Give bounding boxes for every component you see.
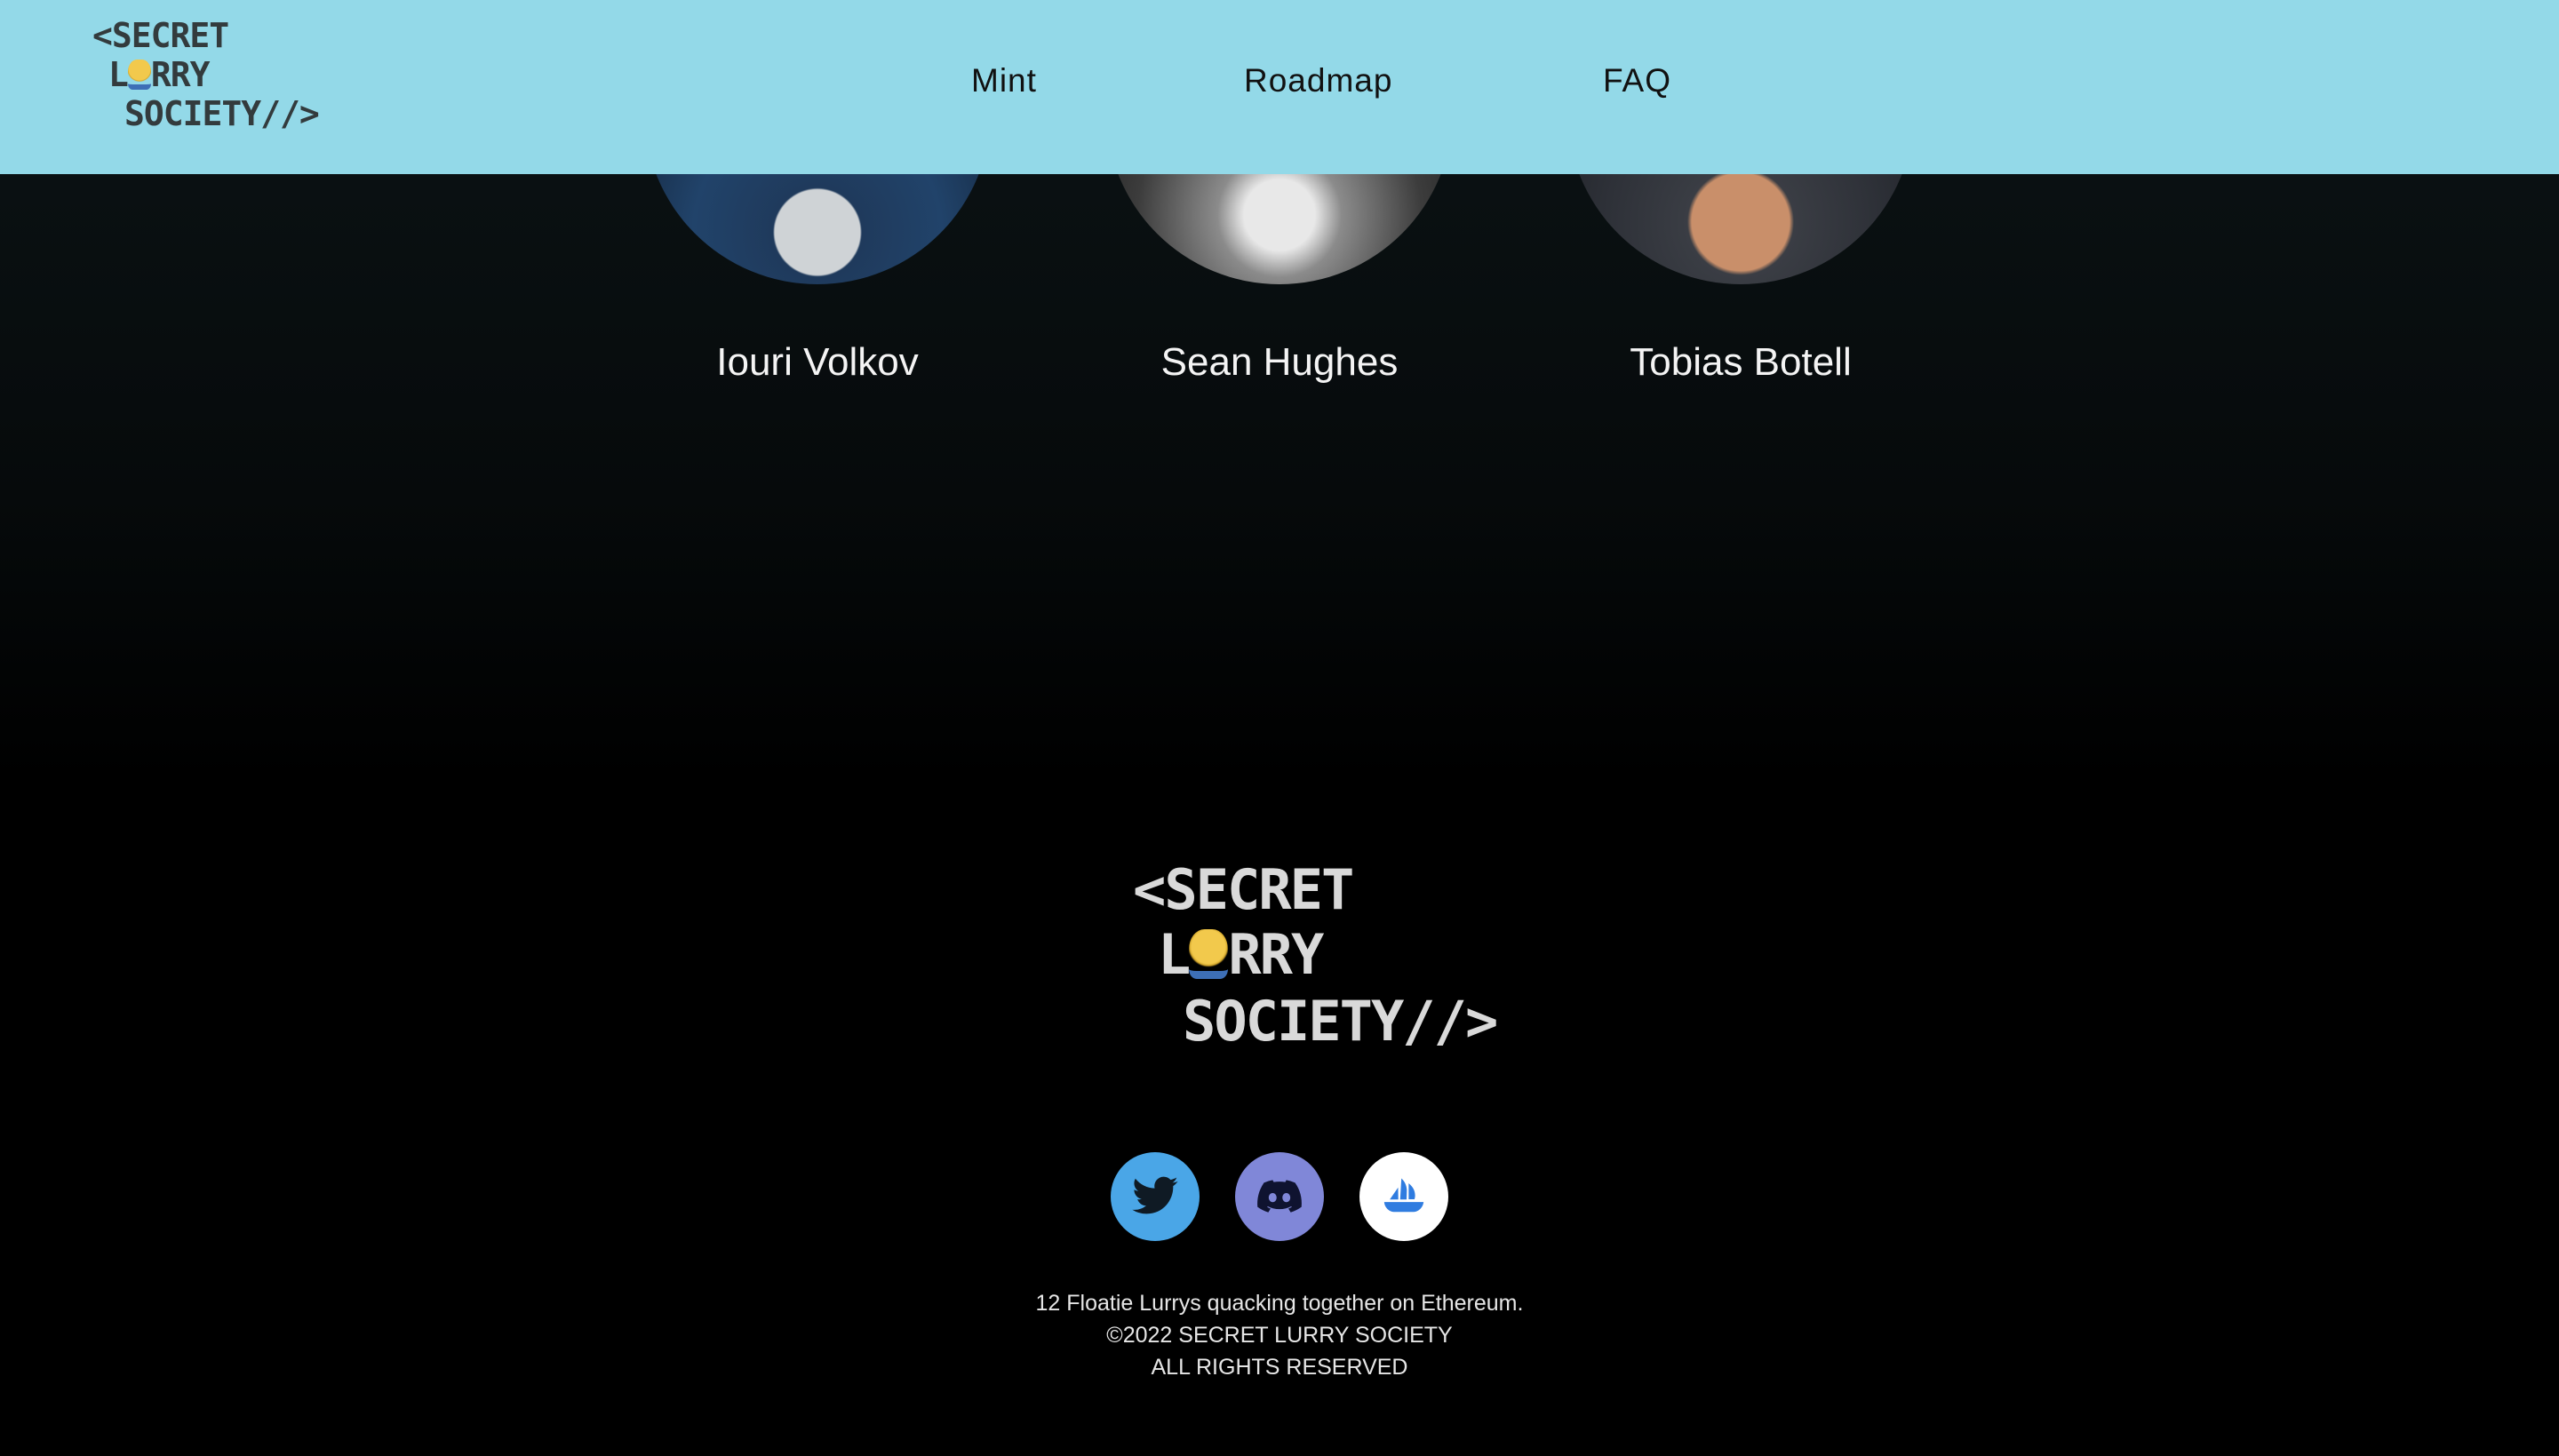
page: Iouri Volkov Sean Hughes Tobias Botell <…	[0, 0, 2559, 1456]
logo-text-line1: <SECRET	[1133, 857, 1354, 922]
team-member-name: Tobias Botell	[1630, 340, 1852, 384]
logo-text-line2: L RRY	[108, 55, 211, 94]
opensea-link[interactable]	[1359, 1152, 1448, 1241]
logo-text-line3: SOCIETY//>	[1183, 989, 1498, 1054]
nav-link-roadmap[interactable]: Roadmap	[1244, 62, 1392, 99]
twitter-icon	[1132, 1176, 1178, 1214]
header-logo[interactable]: <SECRET L RRY SOCIETY//>	[92, 16, 320, 133]
discord-link[interactable]	[1235, 1152, 1324, 1241]
team-member-name: Sean Hughes	[1160, 340, 1399, 384]
nav-link-mint[interactable]: Mint	[971, 62, 1037, 99]
logo-text-line3: SOCIETY//>	[124, 94, 320, 133]
opensea-icon	[1383, 1178, 1424, 1213]
duck-icon	[1189, 929, 1229, 979]
footer-tagline: 12 Floatie Lurrys quacking together on E…	[1035, 1291, 1524, 1316]
footer-rights: ALL RIGHTS RESERVED	[1151, 1355, 1408, 1380]
logo-text-line1: <SECRET	[92, 16, 229, 55]
nav-link-faq[interactable]: FAQ	[1603, 62, 1671, 99]
team-member-name: Iouri Volkov	[716, 340, 919, 384]
logo-text-line2: L RRY	[1158, 922, 1324, 987]
twitter-link[interactable]	[1111, 1152, 1200, 1241]
site-header: <SECRET L RRY SOCIETY//> Mint Roadmap FAQ	[0, 0, 2559, 174]
discord-icon	[1257, 1180, 1302, 1213]
duck-icon	[127, 60, 151, 90]
footer-logo: <SECRET L RRY SOCIETY//>	[1133, 857, 1498, 1054]
footer-copyright: ©2022 SECRET LURRY SOCIETY	[1106, 1323, 1453, 1348]
